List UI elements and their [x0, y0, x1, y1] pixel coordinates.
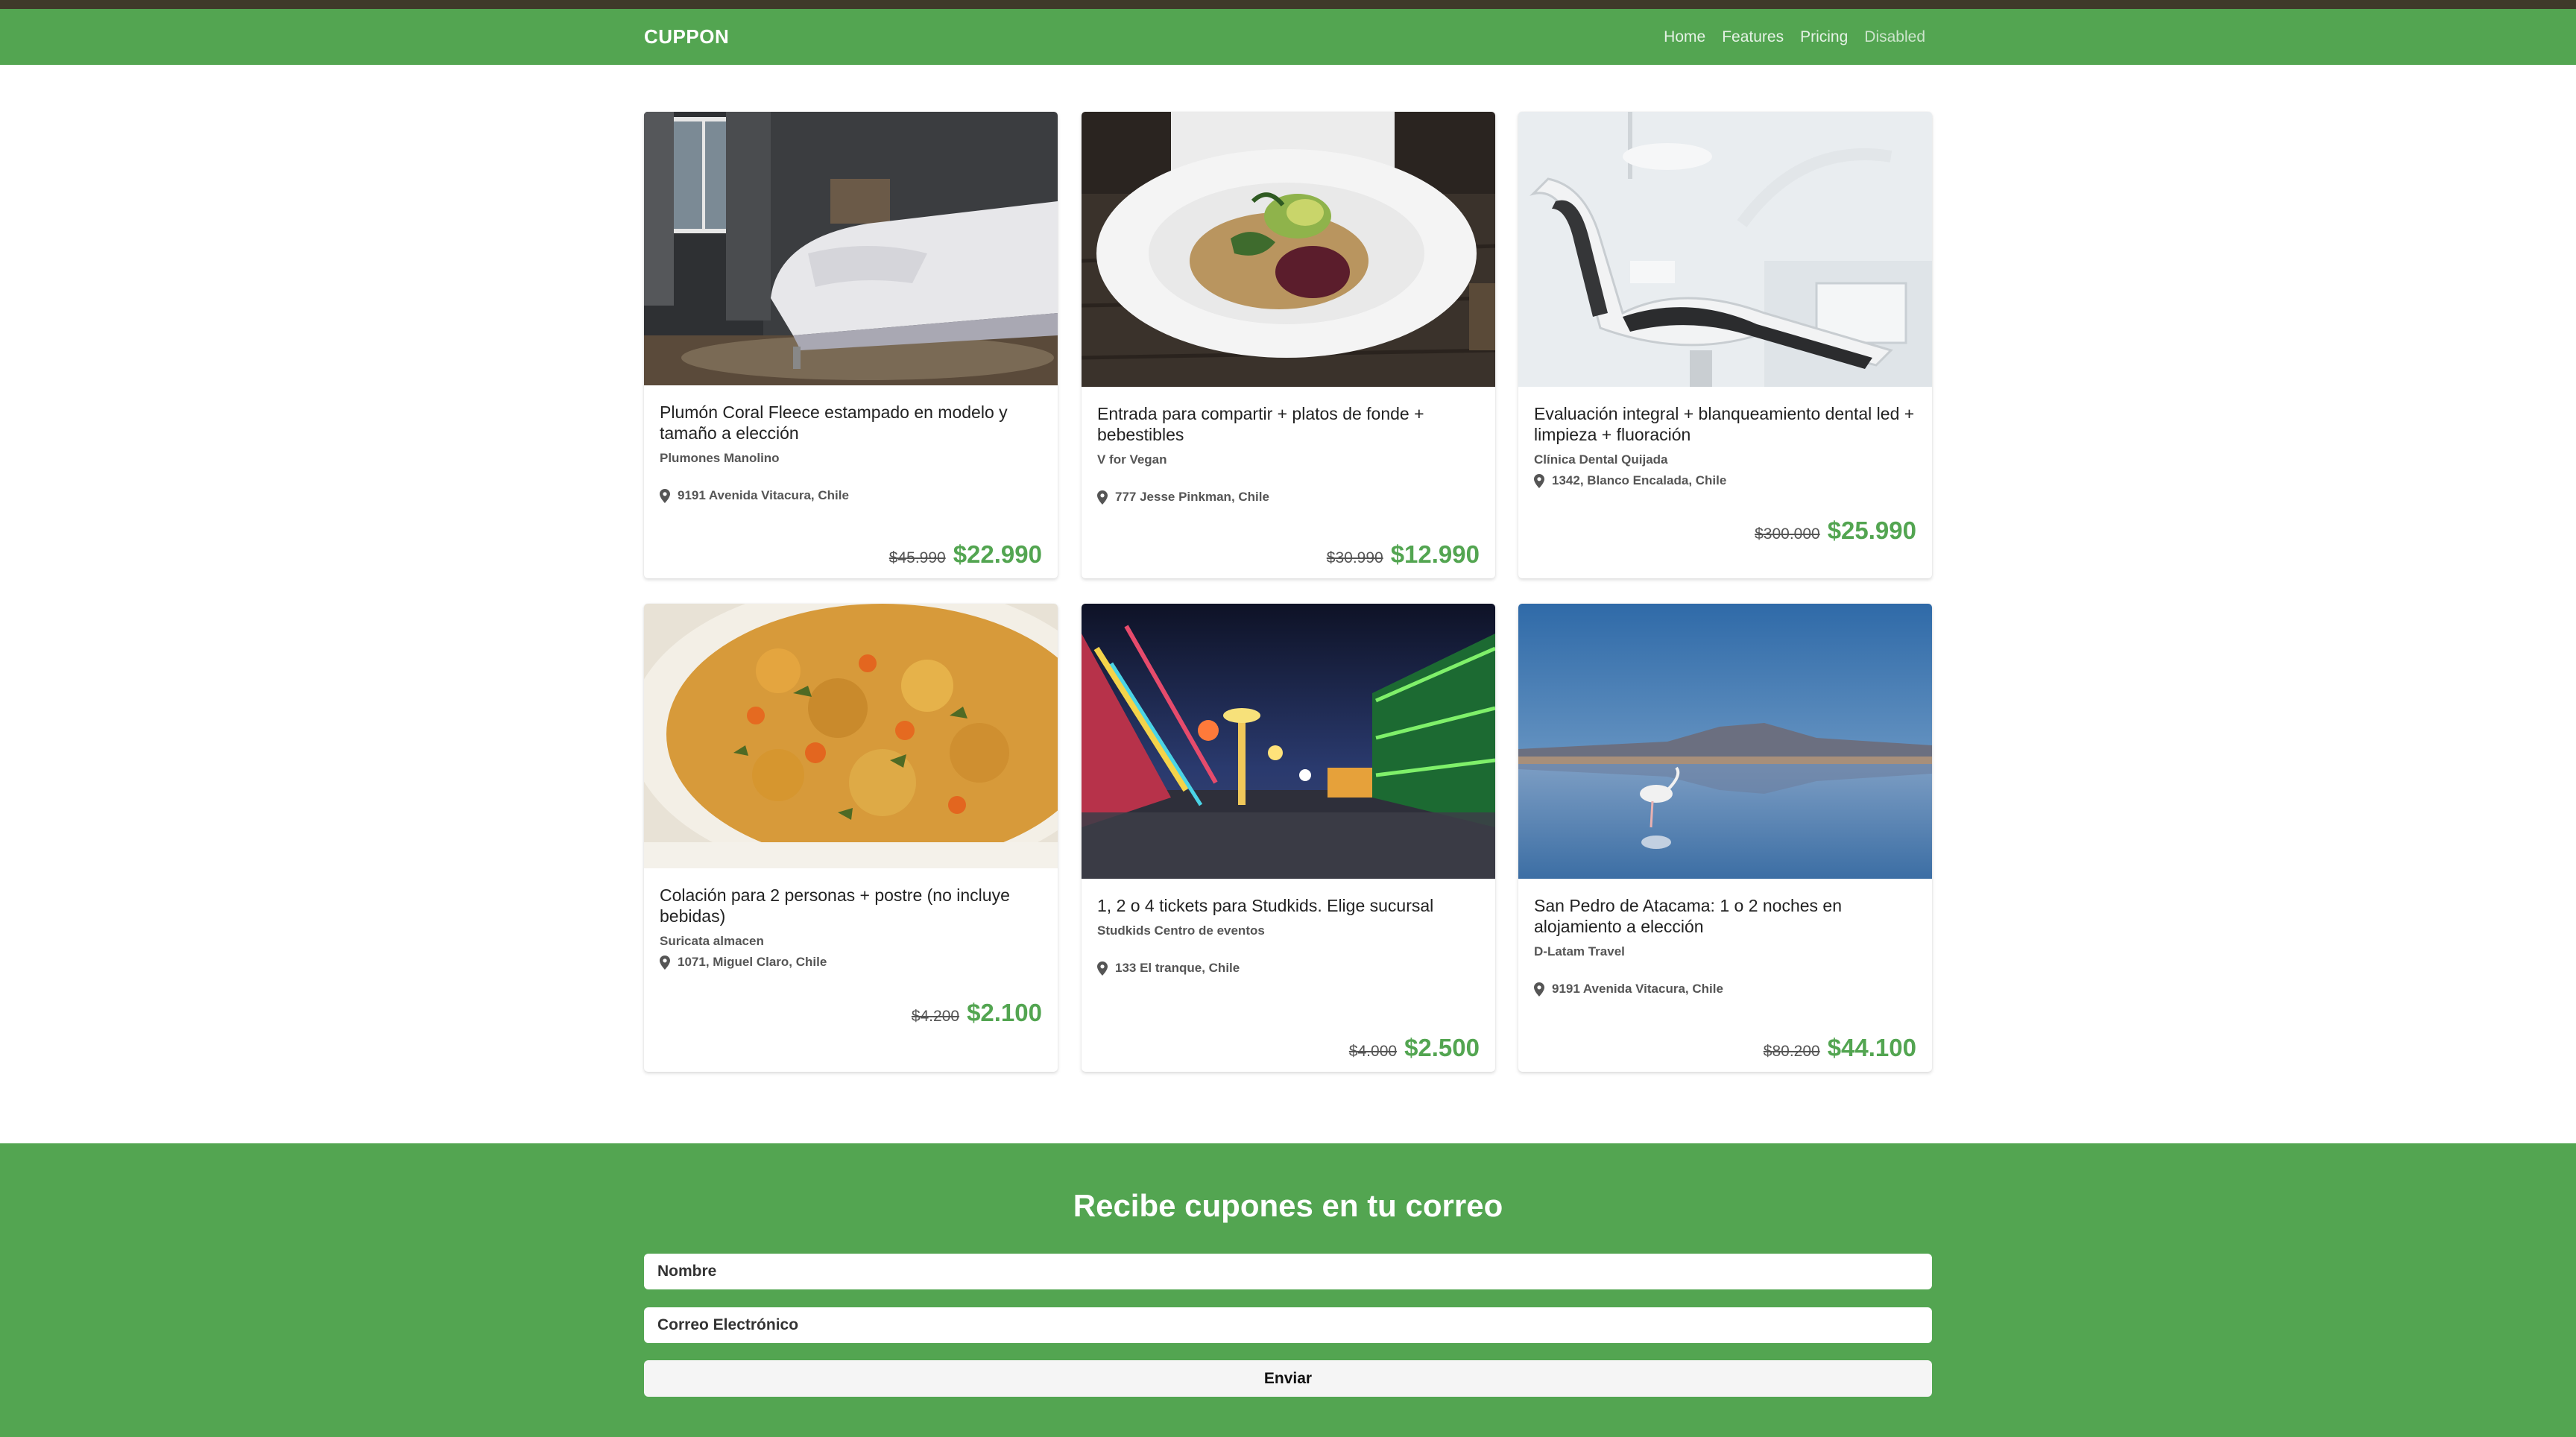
nav-link-home[interactable]: Home: [1664, 28, 1705, 46]
deal-location: 1342, Blanco Encalada, Chile: [1534, 473, 1916, 488]
navbar: CUPPON Home Features Pricing Disabled: [0, 9, 2576, 65]
deal-card[interactable]: Plumón Coral Fleece estampado en modelo …: [644, 112, 1058, 578]
top-strip: [0, 0, 2576, 9]
deal-price: $4.000 $2.500: [1349, 1034, 1480, 1062]
deal-image-salad-plate: [1082, 112, 1495, 387]
new-price: $2.100: [967, 999, 1042, 1026]
deal-price: $30.990 $12.990: [1327, 540, 1480, 569]
brand-logo[interactable]: CUPPON: [644, 9, 729, 65]
deal-location: 9191 Avenida Vitacura, Chile: [1534, 982, 1916, 997]
location-pin-icon: [1097, 961, 1108, 976]
deal-location-text: 9191 Avenida Vitacura, Chile: [678, 488, 849, 502]
deal-image-stew-dish: [644, 604, 1058, 868]
deal-card[interactable]: Entrada para compartir + platos de fonde…: [1082, 112, 1495, 578]
new-price: $44.100: [1827, 1034, 1916, 1061]
deal-location-text: 1342, Blanco Encalada, Chile: [1552, 473, 1727, 487]
submit-button[interactable]: Enviar: [644, 1360, 1932, 1397]
old-price: $80.200: [1763, 1043, 1820, 1060]
old-price: $300.000: [1755, 525, 1820, 543]
deal-location-text: 1071, Miguel Claro, Chile: [678, 955, 827, 969]
deal-image-dental-chair: [1518, 112, 1932, 387]
location-pin-icon: [660, 955, 670, 970]
deal-location-text: 777 Jesse Pinkman, Chile: [1115, 490, 1269, 504]
nav-link-pricing[interactable]: Pricing: [1800, 28, 1848, 46]
deal-location: 9191 Avenida Vitacura, Chile: [660, 488, 1042, 503]
deal-card[interactable]: Colación para 2 personas + postre (no in…: [644, 604, 1058, 1072]
deal-image-flamingo-lagoon: [1518, 604, 1932, 879]
old-price: $4.000: [1348, 1043, 1398, 1060]
deal-title[interactable]: 1, 2 o 4 tickets para Studkids. Elige su…: [1097, 895, 1480, 916]
deal-title[interactable]: San Pedro de Atacama: 1 o 2 noches en al…: [1534, 895, 1916, 937]
deal-location-text: 133 El tranque, Chile: [1115, 961, 1240, 975]
new-price: $22.990: [953, 540, 1042, 568]
nav-links: Home Features Pricing Disabled: [1664, 9, 1925, 65]
newsletter-title: Recibe cupones en tu correo: [1073, 1188, 1503, 1223]
deal-merchant: V for Vegan: [1097, 452, 1167, 467]
new-price: $12.990: [1390, 540, 1480, 568]
nav-link-disabled: Disabled: [1864, 28, 1925, 45]
deal-merchant: Plumones Manolino: [660, 451, 780, 465]
old-price: $30.990: [1326, 549, 1383, 566]
location-pin-icon: [1534, 473, 1544, 488]
deal-title[interactable]: Evaluación integral + blanqueamiento den…: [1534, 403, 1916, 445]
deal-merchant: D-Latam Travel: [1534, 944, 1625, 958]
deal-price: $45.990 $22.990: [889, 540, 1042, 569]
deal-title[interactable]: Colación para 2 personas + postre (no in…: [660, 885, 1042, 926]
location-pin-icon: [660, 488, 670, 503]
email-input[interactable]: [644, 1307, 1932, 1343]
deal-image-bedroom: [644, 112, 1058, 385]
old-price: $4.200: [911, 1008, 960, 1025]
deal-card[interactable]: Evaluación integral + blanqueamiento den…: [1518, 112, 1932, 578]
deal-title[interactable]: Plumón Coral Fleece estampado en modelo …: [660, 402, 1042, 443]
deal-location-text: 9191 Avenida Vitacura, Chile: [1552, 982, 1723, 996]
new-price: $25.990: [1827, 517, 1916, 544]
deal-merchant: Studkids Centro de eventos: [1097, 923, 1265, 938]
new-price: $2.500: [1404, 1034, 1480, 1061]
deal-title[interactable]: Entrada para compartir + platos de fonde…: [1097, 403, 1480, 445]
name-input[interactable]: [644, 1254, 1932, 1289]
nav-link-features[interactable]: Features: [1722, 28, 1784, 46]
deal-card[interactable]: San Pedro de Atacama: 1 o 2 noches en al…: [1518, 604, 1932, 1072]
deal-location: 133 El tranque, Chile: [1097, 961, 1480, 976]
deal-location: 1071, Miguel Claro, Chile: [660, 955, 1042, 970]
location-pin-icon: [1097, 490, 1108, 505]
deal-price: $4.200 $2.100: [912, 999, 1042, 1027]
deal-card[interactable]: 1, 2 o 4 tickets para Studkids. Elige su…: [1082, 604, 1495, 1072]
newsletter-section: Recibe cupones en tu correo Enviar: [0, 1143, 2576, 1437]
deal-image-fairground-night: [1082, 604, 1495, 879]
deal-location: 777 Jesse Pinkman, Chile: [1097, 490, 1480, 505]
deal-merchant: Clínica Dental Quijada: [1534, 452, 1668, 467]
deal-price: $80.200 $44.100: [1764, 1034, 1916, 1062]
deal-price: $300.000 $25.990: [1755, 517, 1916, 545]
deal-merchant: Suricata almacen: [660, 934, 764, 948]
old-price: $45.990: [888, 549, 946, 566]
location-pin-icon: [1534, 982, 1544, 997]
